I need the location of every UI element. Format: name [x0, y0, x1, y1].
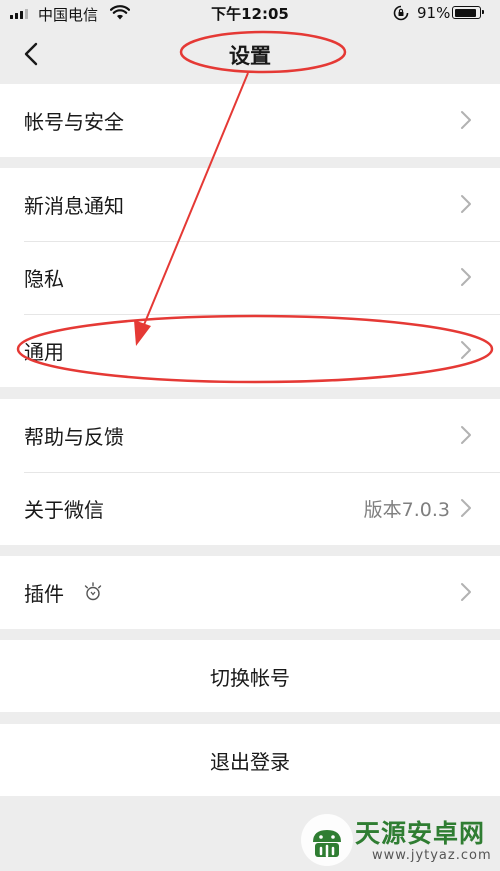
row-label: 帮助与反馈	[24, 425, 124, 449]
switch-account-button[interactable]: 切换帐号	[0, 640, 500, 712]
chevron-right-icon	[461, 426, 471, 444]
row-label: 通用	[24, 340, 64, 364]
switch-account-label: 切换帐号	[210, 665, 290, 690]
android-robot-logo-icon	[301, 814, 353, 866]
settings-row-account-security[interactable]: 帐号与安全	[0, 84, 500, 157]
plugin-bulb-icon	[84, 582, 102, 601]
row-label: 新消息通知	[24, 194, 124, 218]
chevron-right-icon	[461, 195, 471, 213]
settings-row-privacy[interactable]: 隐私	[0, 241, 500, 314]
watermark-name: 天源安卓网	[355, 819, 486, 848]
switch-account-group: 切换帐号	[0, 640, 500, 712]
status-bar: 中国电信 下午12:05 91%	[0, 0, 500, 26]
logout-label: 退出登录	[210, 749, 290, 774]
chevron-right-icon	[461, 268, 471, 286]
version-value: 版本7.0.3	[363, 499, 450, 521]
row-label: 隐私	[24, 267, 64, 291]
logout-button[interactable]: 退出登录	[0, 724, 500, 796]
logout-group: 退出登录	[0, 724, 500, 796]
chevron-right-icon	[461, 341, 471, 359]
settings-row-about-wechat[interactable]: 关于微信 版本7.0.3	[0, 472, 500, 545]
watermark: 天源安卓网 www.jytyaz.com	[300, 812, 496, 868]
nav-bar: 设置	[0, 26, 500, 82]
settings-group-account: 帐号与安全	[0, 84, 500, 157]
row-label: 关于微信	[24, 498, 104, 522]
watermark-url: www.jytyaz.com	[372, 848, 492, 863]
settings-group-about: 帮助与反馈 关于微信 版本7.0.3	[0, 399, 500, 545]
battery-icon	[452, 6, 484, 19]
battery-percent: 91%	[417, 4, 451, 22]
rotation-lock-icon	[393, 5, 409, 21]
settings-group-plugins: 插件	[0, 556, 500, 629]
chevron-right-icon	[461, 111, 471, 129]
settings-row-plugins[interactable]: 插件	[0, 556, 500, 629]
chevron-right-icon	[461, 499, 471, 517]
chevron-right-icon	[461, 583, 471, 601]
row-label: 插件	[24, 582, 64, 606]
row-label: 帐号与安全	[24, 110, 124, 134]
page-title: 设置	[229, 44, 271, 68]
settings-row-help-feedback[interactable]: 帮助与反馈	[0, 399, 500, 472]
settings-row-general[interactable]: 通用	[0, 314, 500, 387]
settings-group-preferences: 新消息通知 隐私 通用	[0, 168, 500, 387]
settings-row-notifications[interactable]: 新消息通知	[0, 168, 500, 241]
